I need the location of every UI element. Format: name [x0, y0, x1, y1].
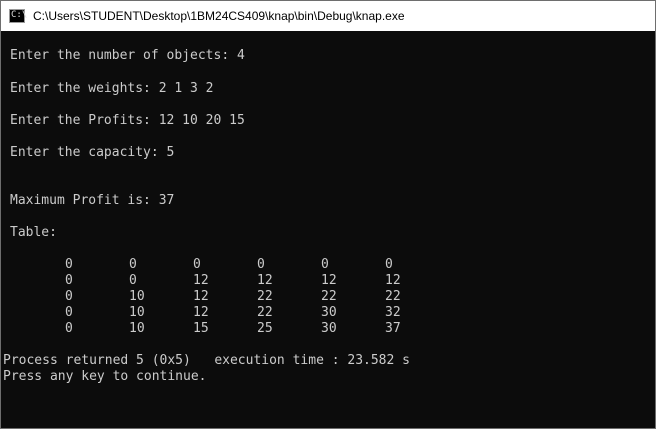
table-cell: 12 [257, 273, 273, 288]
console-app-icon: C:\ [9, 9, 27, 23]
table-row: 0 0 0 0 0 0 [1, 257, 655, 273]
table-cell: 10 [129, 305, 145, 320]
table-row: 0 10 12 22 22 22 [1, 289, 655, 305]
table-cell: 0 [193, 257, 201, 272]
table-cell: 30 [321, 305, 337, 320]
table-cell: 22 [257, 305, 273, 320]
table-cell: 10 [129, 321, 145, 336]
table-cell: 0 [385, 257, 393, 272]
table-cell: 0 [65, 273, 73, 288]
table-cell: 0 [65, 305, 73, 320]
table-row: 0 10 15 25 30 37 [1, 321, 655, 337]
table-cell: 12 [193, 289, 209, 304]
process-status: Process returned 5 (0x5) execution time … [3, 353, 410, 368]
table-cell: 37 [385, 321, 401, 336]
window-title: C:\Users\STUDENT\Desktop\1BM24CS409\knap… [33, 9, 405, 23]
title-bar[interactable]: C:\ C:\Users\STUDENT\Desktop\1BM24CS409\… [1, 1, 655, 31]
table-cell: 12 [193, 305, 209, 320]
table-cell: 0 [129, 273, 137, 288]
table-cell: 32 [385, 305, 401, 320]
console-window: C:\ C:\Users\STUDENT\Desktop\1BM24CS409\… [0, 0, 656, 429]
table-cell: 25 [257, 321, 273, 336]
continue-prompt: Press any key to continue. [3, 369, 207, 384]
table-cell: 0 [257, 257, 265, 272]
console-output[interactable]: Enter the number of objects: 4 Enter the… [1, 31, 655, 428]
table-row: 0 0 12 12 12 12 [1, 273, 655, 289]
table-cell: 22 [321, 289, 337, 304]
table-cell: 0 [129, 257, 137, 272]
table-cell: 22 [257, 289, 273, 304]
table-cell: 0 [65, 289, 73, 304]
table-cell: 12 [321, 273, 337, 288]
prompt-profits: Enter the Profits: 12 10 20 15 [10, 113, 245, 128]
table-cell: 0 [65, 321, 73, 336]
table-cell: 12 [385, 273, 401, 288]
table-cell: 30 [321, 321, 337, 336]
table-heading: Table: [10, 225, 57, 240]
table-cell: 10 [129, 289, 145, 304]
table-cell: 0 [321, 257, 329, 272]
table-cell: 22 [385, 289, 401, 304]
result-max-profit: Maximum Profit is: 37 [10, 193, 175, 208]
table-cell: 15 [193, 321, 209, 336]
prompt-capacity: Enter the capacity: 5 [10, 145, 175, 160]
prompt-objects: Enter the number of objects: 4 [10, 48, 245, 63]
prompt-weights: Enter the weights: 2 1 3 2 [10, 81, 214, 96]
table-cell: 12 [193, 273, 209, 288]
table-row: 0 10 12 22 30 32 [1, 305, 655, 321]
table-cell: 0 [65, 257, 73, 272]
